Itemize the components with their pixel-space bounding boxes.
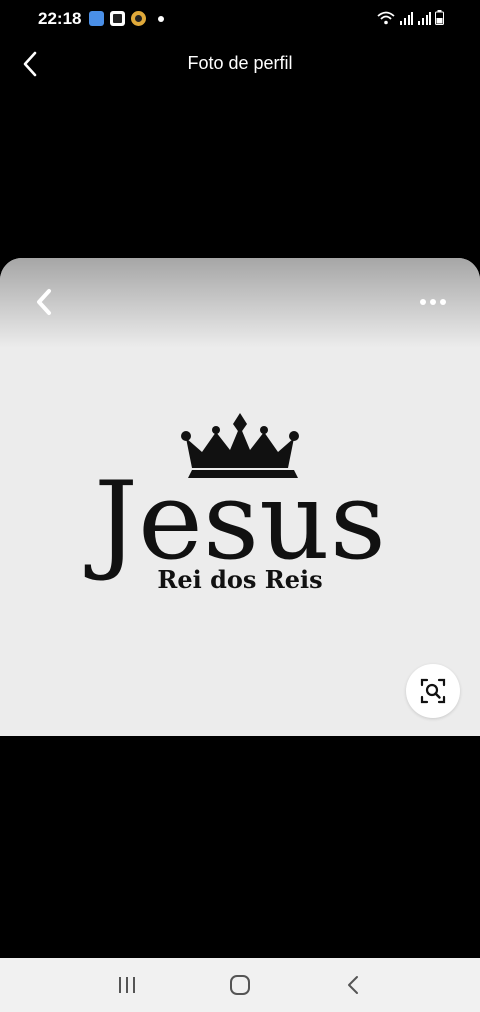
more-horizontal-icon (420, 299, 426, 305)
coin-icon (131, 11, 146, 26)
status-bar: 22:18 (0, 0, 480, 38)
profile-photo[interactable]: Jesus Rei dos Reis (0, 258, 480, 736)
back-icon (348, 976, 359, 994)
more-options-button[interactable] (414, 290, 452, 314)
more-notifications-dot-icon (158, 15, 164, 22)
wifi-icon (377, 11, 395, 25)
system-navigation-bar (0, 958, 480, 1012)
photo-top-shade (0, 258, 480, 348)
home-icon (229, 975, 250, 995)
app-header: Foto de perfil (0, 38, 480, 90)
signal-icon (400, 12, 413, 25)
more-horizontal-icon (430, 299, 436, 305)
signal-icon (418, 12, 431, 25)
recent-apps-icon (118, 977, 135, 993)
recent-apps-button[interactable] (97, 958, 157, 1012)
more-horizontal-icon (440, 299, 446, 305)
visual-search-button[interactable] (406, 664, 460, 718)
status-time: 22:18 (38, 9, 82, 28)
system-icons (377, 10, 444, 25)
jesus-logo: Jesus Rei dos Reis (84, 413, 386, 594)
photo-back-button[interactable] (28, 286, 60, 318)
battery-icon (435, 10, 444, 25)
system-back-button[interactable] (323, 958, 383, 1012)
gallery-icon (110, 11, 125, 26)
chevron-left-icon (37, 289, 51, 315)
logo-subtitle: Rei dos Reis (157, 565, 322, 594)
notification-icons (89, 11, 164, 26)
bluesky-icon (89, 11, 104, 26)
home-button[interactable] (210, 958, 270, 1012)
page-title: Foto de perfil (187, 53, 293, 73)
visual-search-icon (420, 678, 446, 704)
